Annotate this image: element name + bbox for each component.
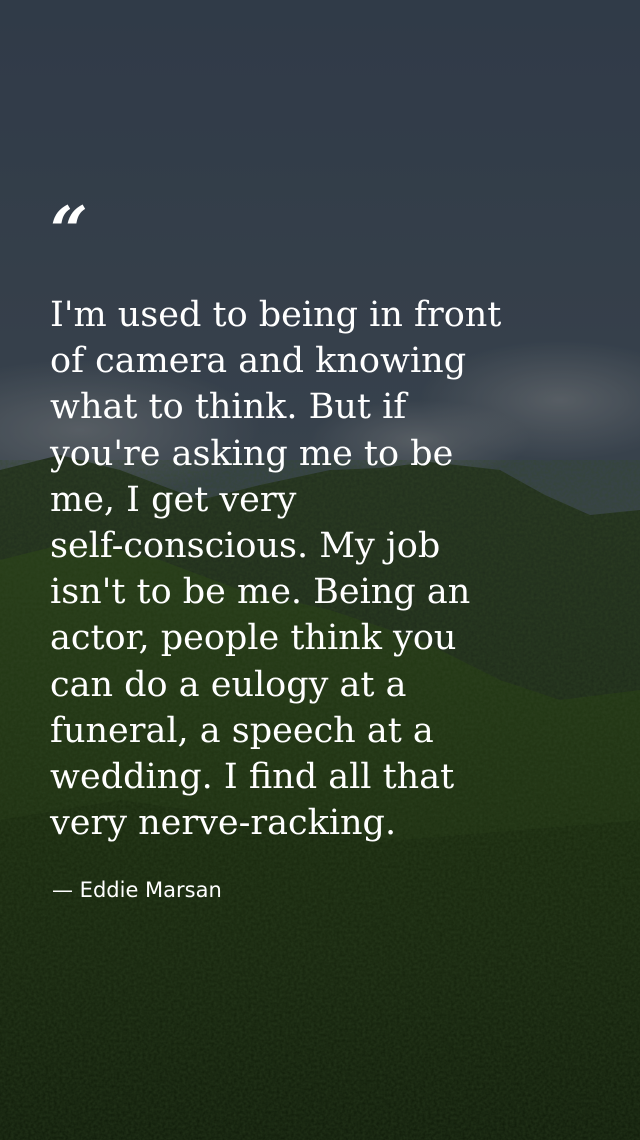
quote-attribution: — Eddie Marsan	[52, 878, 222, 902]
quote-mark-icon: “	[50, 192, 88, 270]
quote-text: I'm used to being in front of camera and…	[50, 295, 502, 844]
